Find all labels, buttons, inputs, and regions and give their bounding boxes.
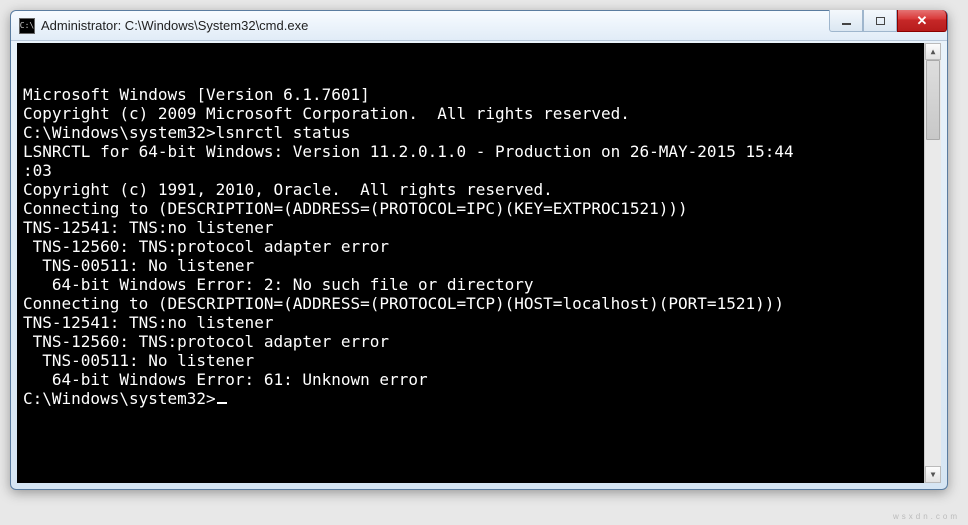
cmd-window: C:\ Administrator: C:\Windows\System32\c… [10,10,948,490]
terminal-output[interactable]: Microsoft Windows [Version 6.1.7601]Copy… [17,43,941,483]
watermark-sub: wsxdn.com [893,512,960,521]
maximize-button[interactable] [863,10,897,32]
close-button[interactable]: ✕ [897,10,947,32]
terminal-line: Copyright (c) 1991, 2010, Oracle. All ri… [23,180,935,199]
window-controls: ✕ [829,11,947,40]
terminal-line: Connecting to (DESCRIPTION=(ADDRESS=(PRO… [23,294,935,313]
minimize-button[interactable] [829,10,863,32]
terminal-line: TNS-12560: TNS:protocol adapter error [23,332,935,351]
terminal-line: C:\Windows\system32> [23,389,935,408]
terminal-line: LSNRCTL for 64-bit Windows: Version 11.2… [23,142,935,161]
terminal-line: TNS-12541: TNS:no listener [23,218,935,237]
terminal-line: Connecting to (DESCRIPTION=(ADDRESS=(PRO… [23,199,935,218]
titlebar[interactable]: C:\ Administrator: C:\Windows\System32\c… [11,11,947,41]
app-icon: C:\ [19,18,35,34]
scroll-thumb[interactable] [926,60,940,140]
scroll-up-button[interactable]: ▲ [925,43,941,60]
terminal-line: TNS-12541: TNS:no listener [23,313,935,332]
window-title: Administrator: C:\Windows\System32\cmd.e… [41,18,829,33]
terminal-line: 64-bit Windows Error: 2: No such file or… [23,275,935,294]
maximize-icon [876,17,885,25]
scroll-track[interactable] [925,60,941,466]
terminal-line: Microsoft Windows [Version 6.1.7601] [23,85,935,104]
terminal-line: TNS-00511: No listener [23,351,935,370]
terminal-line: C:\Windows\system32>lsnrctl status [23,123,935,142]
terminal-line: 64-bit Windows Error: 61: Unknown error [23,370,935,389]
terminal-line: TNS-12560: TNS:protocol adapter error [23,237,935,256]
scroll-down-button[interactable]: ▼ [925,466,941,483]
vertical-scrollbar[interactable]: ▲ ▼ [924,43,941,483]
terminal-line: :03 [23,161,935,180]
terminal-line: TNS-00511: No listener [23,256,935,275]
minimize-icon [842,23,851,25]
cursor [217,402,227,404]
close-icon: ✕ [917,13,928,29]
terminal-line: Copyright (c) 2009 Microsoft Corporation… [23,104,935,123]
watermark: wsxdn.com [893,512,960,521]
